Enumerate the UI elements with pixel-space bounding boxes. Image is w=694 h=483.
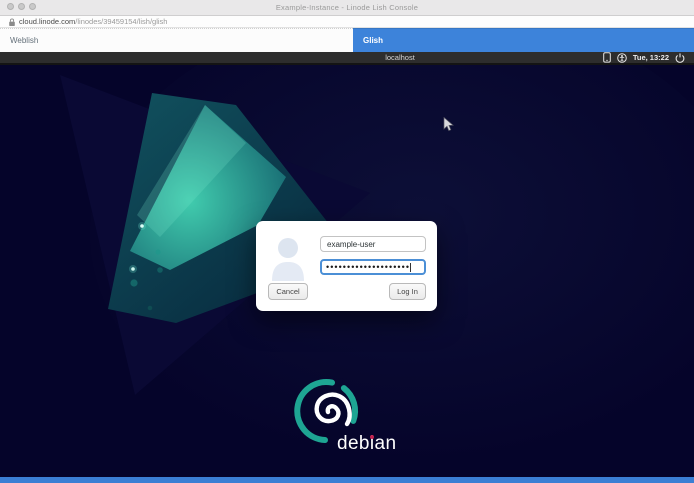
password-masked-value: •••••••••••••••••••• xyxy=(326,262,410,272)
wordmark-pre: deb xyxy=(337,433,370,454)
wordmark-post: an xyxy=(375,433,397,454)
gnome-top-bar: localhost Tue, 13:22 xyxy=(0,52,694,65)
accessibility-icon[interactable] xyxy=(617,53,627,63)
url-domain: cloud.linode.com xyxy=(19,17,75,26)
bottom-accent-strip xyxy=(0,477,694,483)
glish-console-screen[interactable]: example-user •••••••••••••••••••• Cancel… xyxy=(0,65,694,477)
user-avatar-icon xyxy=(268,236,308,281)
tab-weblish[interactable]: Weblish xyxy=(0,28,353,52)
lish-tab-bar: Weblish Glish xyxy=(0,28,694,52)
browser-window: Example-Instance - Linode Lish Console c… xyxy=(0,0,694,483)
window-titlebar: Example-Instance - Linode Lish Console xyxy=(0,0,694,16)
clock-label[interactable]: Tue, 13:22 xyxy=(633,52,669,63)
cancel-button[interactable]: Cancel xyxy=(268,283,308,300)
address-bar[interactable]: cloud.linode.com/linodes/39459154/lish/g… xyxy=(0,16,694,28)
debian-wordmark: debian xyxy=(337,433,396,455)
username-input[interactable]: example-user xyxy=(320,236,426,252)
status-tray: Tue, 13:22 xyxy=(603,52,685,63)
wordmark-i-red-dot: i xyxy=(370,433,375,454)
tab-glish[interactable]: Glish xyxy=(353,28,694,52)
window-title: Example-Instance - Linode Lish Console xyxy=(0,0,694,15)
power-icon[interactable] xyxy=(675,53,685,63)
log-in-button[interactable]: Log In xyxy=(389,283,426,300)
hostname-label: localhost xyxy=(385,52,415,63)
url-text: cloud.linode.com/linodes/39459154/lish/g… xyxy=(19,16,167,27)
mouse-cursor xyxy=(443,117,454,132)
password-input[interactable]: •••••••••••••••••••• xyxy=(320,259,426,275)
text-caret xyxy=(410,263,411,272)
lock-icon xyxy=(8,18,16,27)
url-path: /linodes/39459154/lish/glish xyxy=(75,17,167,26)
tablet-icon[interactable] xyxy=(603,52,611,63)
login-dialog: example-user •••••••••••••••••••• Cancel… xyxy=(256,221,437,311)
